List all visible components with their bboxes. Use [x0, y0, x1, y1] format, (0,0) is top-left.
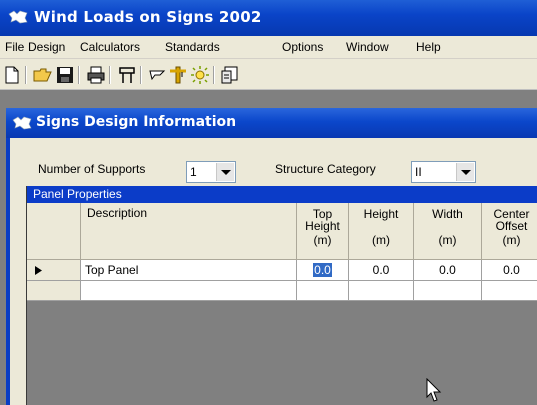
- mouse-pointer-icon: [426, 378, 442, 402]
- header-width-unit: (m): [438, 233, 457, 247]
- panel-properties-grid: Panel Properties Description Top Height …: [26, 186, 537, 405]
- structure-category-value: II: [415, 165, 422, 179]
- app-logo-icon: [8, 10, 28, 24]
- structure-category-label: Structure Category: [275, 162, 376, 176]
- grid-caption: Panel Properties: [27, 186, 537, 203]
- chevron-down-icon[interactable]: [456, 163, 474, 181]
- menu-calculators[interactable]: Calculators: [80, 40, 140, 54]
- app-titlebar[interactable]: Wind Loads on Signs 2002: [0, 0, 537, 36]
- save-disk-icon[interactable]: [55, 65, 75, 85]
- menu-help[interactable]: Help: [416, 40, 441, 54]
- header-offset-text: Offset: [495, 219, 528, 233]
- open-folder-icon[interactable]: [33, 65, 53, 85]
- header-width-text: Width: [432, 207, 463, 221]
- crane-icon[interactable]: [168, 65, 188, 85]
- column-header-width[interactable]: Width (m): [414, 203, 482, 260]
- toolbar-separator: [25, 66, 27, 84]
- top-height-cell[interactable]: 0.0: [297, 260, 349, 281]
- column-header-top-height[interactable]: Top Height (m): [297, 203, 349, 260]
- report-icon[interactable]: [220, 65, 240, 85]
- new-row-center-offset-cell[interactable]: [482, 281, 537, 301]
- menu-standards[interactable]: Standards: [165, 40, 220, 54]
- row-selector[interactable]: [27, 260, 81, 281]
- chevron-down-icon[interactable]: [216, 163, 234, 181]
- center-offset-value: 0.0: [503, 263, 520, 277]
- app-title: Wind Loads on Signs 2002: [34, 8, 262, 26]
- number-of-supports-label: Number of Supports: [38, 162, 146, 176]
- height-value: 0.0: [372, 263, 390, 277]
- menu-options[interactable]: Options: [282, 40, 323, 54]
- grid-caption-text: Panel Properties: [33, 187, 122, 201]
- row-header-corner: [27, 203, 81, 260]
- menu-bar: File Design Calculators Standards Option…: [0, 36, 537, 59]
- column-header-description[interactable]: Description: [81, 203, 297, 260]
- row-pointer-icon: [35, 266, 42, 275]
- new-row-height-cell[interactable]: [349, 281, 414, 301]
- new-row-description-cell[interactable]: [81, 281, 297, 301]
- top-height-value[interactable]: 0.0: [313, 263, 332, 277]
- window-title: Signs Design Information: [36, 114, 237, 130]
- column-header-center-offset[interactable]: Center Offset (m): [482, 203, 537, 260]
- number-of-supports-select[interactable]: 1: [186, 161, 236, 183]
- header-height-text: Height: [363, 207, 399, 221]
- height-cell[interactable]: 0.0: [349, 260, 414, 281]
- new-row-selector[interactable]: [27, 281, 81, 301]
- center-offset-cell[interactable]: 0.0: [482, 260, 537, 281]
- new-row-top-height-cell[interactable]: [297, 281, 349, 301]
- toolbar-separator: [78, 66, 80, 84]
- column-header-height[interactable]: Height (m): [349, 203, 414, 260]
- description-cell[interactable]: Top Panel: [81, 260, 297, 281]
- menu-window[interactable]: Window: [346, 40, 389, 54]
- width-value: 0.0: [439, 263, 456, 277]
- toolbar-separator: [213, 66, 215, 84]
- toolbar: [0, 59, 537, 89]
- menu-design[interactable]: Design: [28, 40, 65, 54]
- header-description-text: Description: [87, 206, 148, 220]
- structure-category-select[interactable]: II: [411, 161, 476, 183]
- number-of-supports-value: 1: [190, 165, 197, 179]
- header-height-unit: (m): [372, 233, 390, 247]
- light-icon[interactable]: [190, 65, 210, 85]
- print-icon[interactable]: [86, 65, 106, 85]
- toolbar-separator: [109, 66, 111, 84]
- header-top-height-text: Height: [305, 219, 340, 233]
- window-logo-icon: [12, 116, 32, 130]
- child-titlebar[interactable]: Signs Design Information: [6, 108, 537, 138]
- toolbar-separator: [140, 66, 142, 84]
- width-cell[interactable]: 0.0: [414, 260, 482, 281]
- header-top-height-unit: (m): [313, 233, 332, 247]
- new-row-width-cell[interactable]: [414, 281, 482, 301]
- description-value: Top Panel: [85, 263, 139, 277]
- menu-file[interactable]: File: [5, 40, 24, 54]
- new-document-icon[interactable]: [2, 65, 22, 85]
- supports-icon[interactable]: [117, 65, 137, 85]
- header-center-unit: (m): [502, 233, 521, 247]
- sign-icon[interactable]: [148, 65, 168, 85]
